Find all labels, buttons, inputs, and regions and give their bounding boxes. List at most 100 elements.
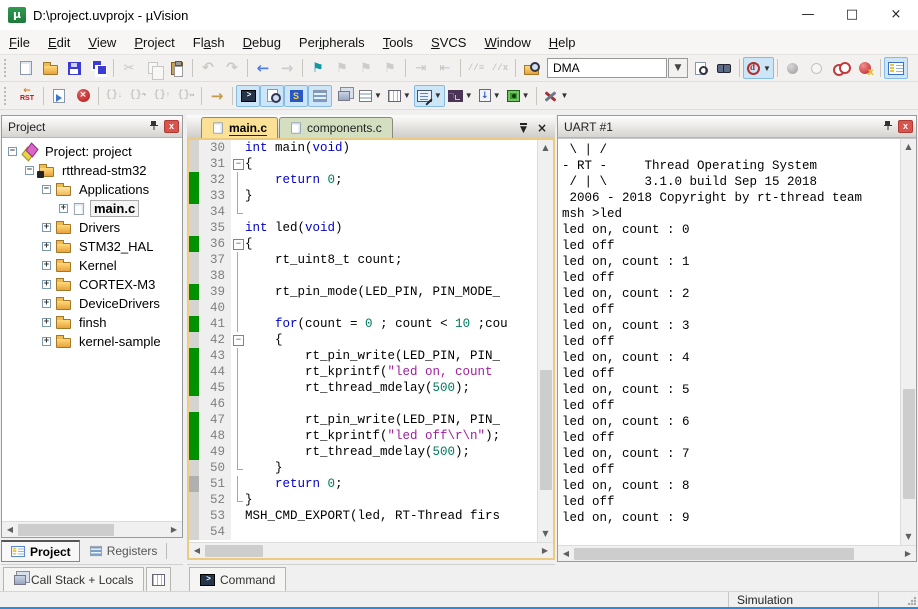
dropdown-caret-icon[interactable]: ▼ <box>763 64 771 73</box>
dropdown-caret-icon[interactable]: ▼ <box>374 91 382 100</box>
dropdown-caret-icon[interactable]: ▼ <box>522 91 530 100</box>
tree-item-devicedrivers[interactable]: +DeviceDrivers <box>2 294 182 313</box>
dropdown-caret-icon[interactable]: ▼ <box>403 91 411 100</box>
pin-icon[interactable] <box>147 120 161 134</box>
dropdown-caret-icon[interactable]: ▼ <box>493 91 501 100</box>
dropdown-caret-icon[interactable]: ▼ <box>561 91 569 100</box>
tree-item-cortex-m3[interactable]: +CORTEX-M3 <box>2 275 182 294</box>
resize-grip[interactable] <box>878 592 918 607</box>
system-viewer-button[interactable]: ▼ <box>504 85 533 107</box>
tree-item-stm32-hal[interactable]: +STM32_HAL <box>2 237 182 256</box>
scroll-thumb[interactable] <box>574 548 854 560</box>
tab-call-stack-locals[interactable]: Call Stack + Locals <box>3 567 144 591</box>
scroll-up-icon[interactable]: ▲ <box>538 140 553 156</box>
scroll-thumb[interactable] <box>18 524 114 536</box>
registers-window-button[interactable] <box>308 85 332 107</box>
memory-window-button[interactable]: ▼ <box>385 85 414 107</box>
breakpoint-disable-all-button[interactable] <box>829 57 853 79</box>
scroll-right-icon[interactable]: ▶ <box>537 543 553 559</box>
tree-expander-icon[interactable]: − <box>8 147 17 156</box>
watch-window-button[interactable]: ▼ <box>356 85 385 107</box>
menu-item-flash[interactable]: Flash <box>184 31 234 54</box>
navigate-forward-button[interactable] <box>275 57 299 79</box>
trace-window-button[interactable]: ▼ <box>476 85 504 107</box>
code-editor[interactable]: 30int main(void)31{32 return 0;33}3435in… <box>189 140 537 542</box>
analysis-window-button[interactable]: ▼ <box>445 85 476 107</box>
close-icon[interactable]: x <box>164 120 179 133</box>
project-window-toggle-button[interactable] <box>884 57 908 79</box>
menu-item-help[interactable]: Help <box>540 31 585 54</box>
pin-icon[interactable] <box>881 120 895 134</box>
scroll-down-icon[interactable]: ▼ <box>901 529 916 545</box>
menu-item-svcs[interactable]: SVCS <box>422 31 475 54</box>
menu-item-project[interactable]: Project <box>125 31 183 54</box>
scroll-right-icon[interactable]: ▶ <box>166 522 182 538</box>
fold-marker[interactable] <box>231 156 245 172</box>
cut-button[interactable] <box>117 57 141 79</box>
close-tab-icon[interactable]: × <box>537 122 547 134</box>
command-window-button[interactable] <box>236 85 260 107</box>
scroll-right-icon[interactable]: ▶ <box>900 546 916 562</box>
dropdown-caret-icon[interactable]: ▼ <box>434 91 442 100</box>
tree-item-drivers[interactable]: +Drivers <box>2 218 182 237</box>
scroll-thumb[interactable] <box>540 370 552 490</box>
tree-expander-icon[interactable]: − <box>42 185 51 194</box>
bookmark-clear-all-button[interactable] <box>378 57 402 79</box>
project-hscrollbar[interactable]: ◀ ▶ <box>2 521 182 537</box>
tab-registers[interactable]: Registers <box>80 540 167 562</box>
debug-toolbox-button[interactable]: ▼ <box>540 85 572 107</box>
menu-item-window[interactable]: Window <box>475 31 539 54</box>
serial-window-button[interactable]: ▼ <box>414 85 445 107</box>
scroll-left-icon[interactable]: ◀ <box>2 522 18 538</box>
breakpoint-toggle-button[interactable] <box>781 57 805 79</box>
tree-expander-icon[interactable]: + <box>42 223 51 232</box>
step-over-button[interactable]: {}↷ <box>126 85 150 107</box>
show-next-statement-button[interactable] <box>205 85 229 107</box>
indent-button[interactable] <box>409 57 433 79</box>
menu-item-debug[interactable]: Debug <box>234 31 290 54</box>
tree-expander-icon[interactable]: + <box>42 242 51 251</box>
tree-item-kernel-sample[interactable]: +kernel-sample <box>2 332 182 351</box>
tab-command[interactable]: Command <box>189 567 286 591</box>
fold-marker[interactable] <box>231 236 245 252</box>
tab-project[interactable]: Project <box>1 540 80 562</box>
scroll-left-icon[interactable]: ◀ <box>558 546 574 562</box>
run-button[interactable] <box>47 85 71 107</box>
run-to-cursor-button[interactable]: {}↦ <box>174 85 198 107</box>
minimize-icon[interactable]: — <box>786 0 830 30</box>
tree-expander-icon[interactable]: + <box>42 299 51 308</box>
tree-expander-icon[interactable]: + <box>42 318 51 327</box>
save-button[interactable] <box>62 57 86 79</box>
dropdown-caret-icon[interactable]: ▼ <box>465 91 473 100</box>
editor-hscrollbar[interactable]: ◀ ▶ <box>189 542 553 558</box>
maximize-icon[interactable]: □ <box>830 0 874 30</box>
tree-expander-icon[interactable]: + <box>42 337 51 346</box>
tree-item-kernel[interactable]: +Kernel <box>2 256 182 275</box>
stop-button[interactable] <box>71 85 95 107</box>
scroll-thumb[interactable] <box>205 545 263 557</box>
copy-button[interactable] <box>141 57 165 79</box>
save-all-button[interactable] <box>86 57 110 79</box>
toolbar-grip[interactable] <box>4 87 10 105</box>
find-text-combo-dropdown-icon[interactable]: ▼ <box>668 58 688 78</box>
fold-marker[interactable] <box>231 332 245 348</box>
menu-item-peripherals[interactable]: Peripherals <box>290 31 374 54</box>
bookmark-next-button[interactable] <box>330 57 354 79</box>
menu-item-tools[interactable]: Tools <box>374 31 422 54</box>
tree-item-applications[interactable]: −Applications <box>2 180 182 199</box>
menu-item-edit[interactable]: Edit <box>39 31 79 54</box>
call-stack-window-button[interactable] <box>332 85 356 107</box>
tree-expander-icon[interactable]: + <box>42 280 51 289</box>
find-in-files-button[interactable] <box>519 57 543 79</box>
find-in-files-dialog-button[interactable] <box>688 57 712 79</box>
undo-button[interactable] <box>196 57 220 79</box>
step-out-button[interactable]: {}↑ <box>150 85 174 107</box>
redo-button[interactable] <box>220 57 244 79</box>
menu-item-file[interactable]: File <box>0 31 39 54</box>
uart-vscrollbar[interactable]: ▲ ▼ <box>900 139 916 545</box>
uart-terminal[interactable]: \ | /- RT - Thread Operating System / | … <box>558 139 900 545</box>
scroll-thumb[interactable] <box>903 389 915 499</box>
tab-list-icon[interactable]: ▼ <box>520 123 527 134</box>
bookmark-prev-button[interactable] <box>354 57 378 79</box>
scroll-left-icon[interactable]: ◀ <box>189 543 205 559</box>
